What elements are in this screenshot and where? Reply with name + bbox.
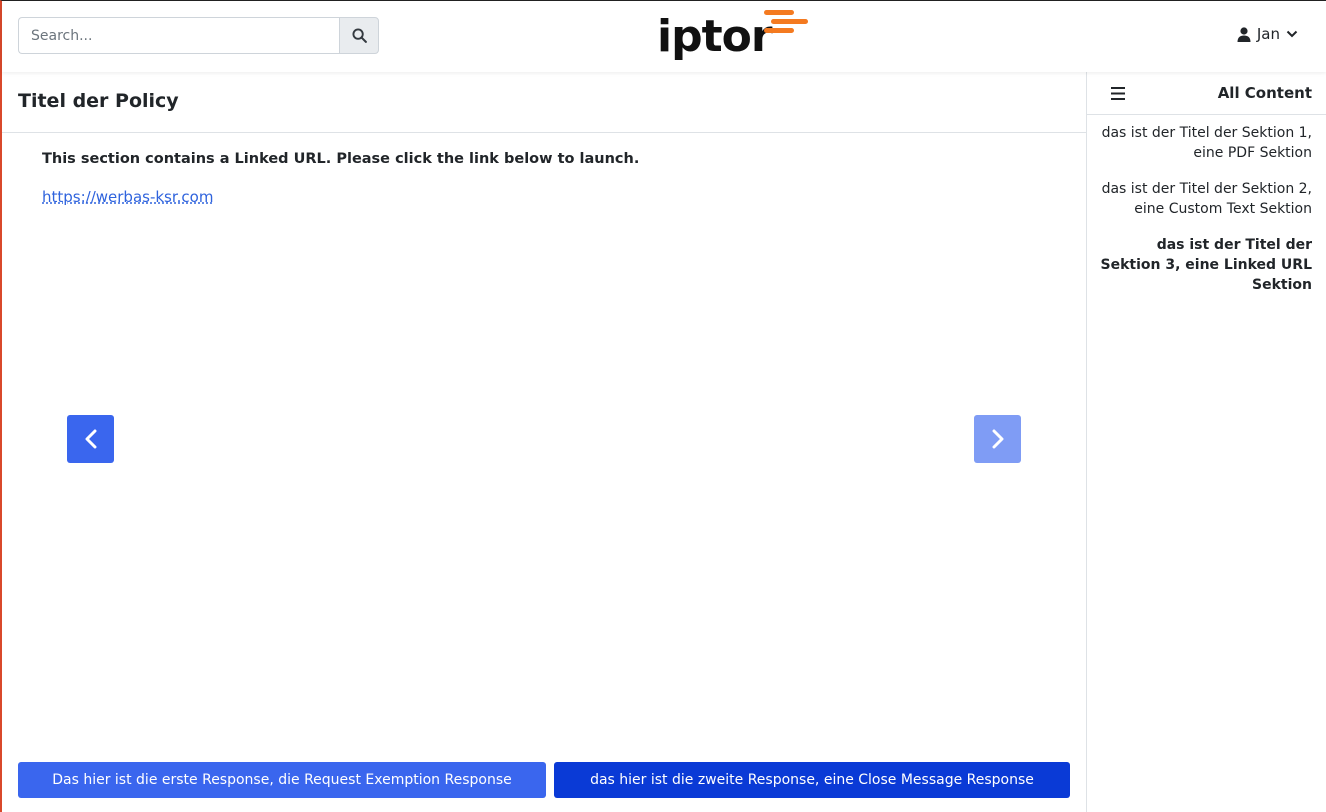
chevron-left-icon bbox=[85, 429, 96, 449]
search-bar bbox=[18, 17, 379, 54]
sidebar-title: All Content bbox=[1217, 84, 1312, 102]
top-header: iptor Jan bbox=[2, 1, 1326, 72]
section-item-1[interactable]: das ist der Titel der Sektion 1, eine PD… bbox=[1097, 123, 1312, 163]
menu-toggle-button[interactable] bbox=[1111, 86, 1125, 100]
section-item-2[interactable]: das ist der Titel der Sektion 2, eine Cu… bbox=[1097, 179, 1312, 219]
response-bar: Das hier ist die erste Response, die Req… bbox=[18, 762, 1070, 798]
user-name: Jan bbox=[1256, 25, 1280, 43]
previous-section-button[interactable] bbox=[67, 415, 114, 463]
next-section-button[interactable] bbox=[974, 415, 1021, 463]
linked-url[interactable]: https://werbas-ksr.com bbox=[42, 188, 213, 206]
page: iptor Jan Titel der Policy This section … bbox=[0, 0, 1326, 812]
policy-title-bar: Titel der Policy bbox=[2, 72, 1086, 133]
main-content: Titel der Policy This section contains a… bbox=[2, 72, 1086, 812]
user-icon bbox=[1237, 26, 1251, 42]
content-sidebar: All Content das ist der Titel der Sektio… bbox=[1086, 72, 1326, 812]
user-menu[interactable]: Jan bbox=[1237, 25, 1298, 43]
hamburger-icon bbox=[1111, 86, 1125, 100]
close-message-response-button[interactable]: das hier ist die zweite Response, eine C… bbox=[554, 762, 1070, 798]
section-list: das ist der Titel der Sektion 1, eine PD… bbox=[1087, 115, 1326, 295]
section-body: This section contains a Linked URL. Plea… bbox=[2, 133, 1086, 224]
search-button[interactable] bbox=[339, 17, 379, 54]
chevron-down-icon bbox=[1286, 30, 1298, 38]
section-note: This section contains a Linked URL. Plea… bbox=[42, 151, 640, 167]
section-item-3[interactable]: das ist der Titel der Sektion 3, eine Li… bbox=[1097, 235, 1312, 295]
request-exemption-response-button[interactable]: Das hier ist die erste Response, die Req… bbox=[18, 762, 546, 798]
logo-text: iptor bbox=[657, 11, 773, 62]
search-input[interactable] bbox=[18, 17, 339, 54]
page-title: Titel der Policy bbox=[18, 90, 179, 112]
search-icon bbox=[351, 28, 367, 43]
sidebar-header: All Content bbox=[1087, 72, 1326, 115]
chevron-right-icon bbox=[992, 429, 1003, 449]
iptor-logo: iptor bbox=[657, 10, 808, 62]
